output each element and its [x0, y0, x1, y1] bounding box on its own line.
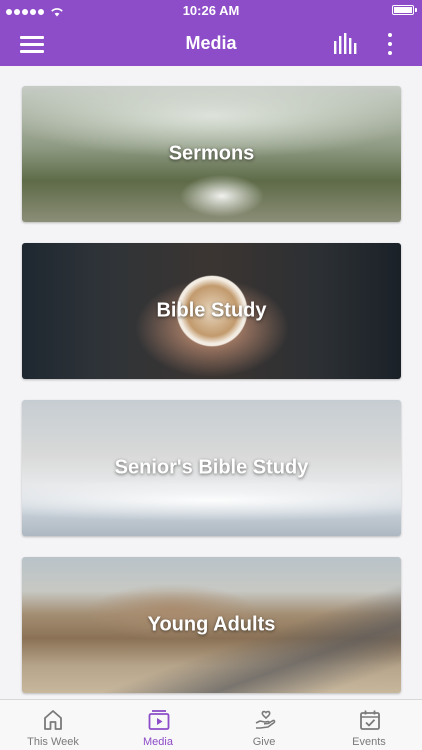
tab-this-week[interactable]: This Week	[0, 700, 106, 750]
media-player-icon	[148, 710, 170, 730]
heart-hand-icon	[255, 710, 276, 729]
tab-label: This Week	[27, 736, 79, 748]
media-card-young-adults[interactable]: Young Adults	[22, 557, 401, 693]
tab-label: Events	[352, 736, 386, 748]
media-card-sermons[interactable]: Sermons	[22, 86, 401, 222]
media-card-seniors-bible-study[interactable]: Senior's Bible Study	[22, 400, 401, 536]
home-icon	[44, 710, 62, 730]
card-label: Young Adults	[147, 613, 276, 636]
more-options-button[interactable]	[380, 31, 400, 57]
tab-media[interactable]: Media	[105, 700, 211, 750]
bars-icon[interactable]	[333, 33, 357, 55]
navigation-bar: Media	[0, 22, 422, 66]
status-time: 10:26 AM	[182, 3, 240, 18]
media-list: Sermons Bible Study Senior's Bible Study…	[0, 66, 422, 699]
media-card-bible-study[interactable]: Bible Study	[22, 243, 401, 379]
status-bar: 10:26 AM	[0, 0, 422, 22]
tab-events[interactable]: Events	[316, 700, 422, 750]
card-label: Bible Study	[156, 299, 267, 322]
battery-icon	[392, 5, 417, 15]
tab-label: Give	[252, 736, 276, 748]
tab-label: Media	[143, 736, 173, 748]
calendar-check-icon	[360, 710, 380, 730]
card-label: Senior's Bible Study	[114, 456, 309, 479]
tab-bar: This Week Media Give Events	[0, 699, 422, 750]
card-label: Sermons	[168, 142, 255, 165]
tab-give[interactable]: Give	[211, 700, 317, 750]
page-title: Media	[185, 33, 237, 53]
